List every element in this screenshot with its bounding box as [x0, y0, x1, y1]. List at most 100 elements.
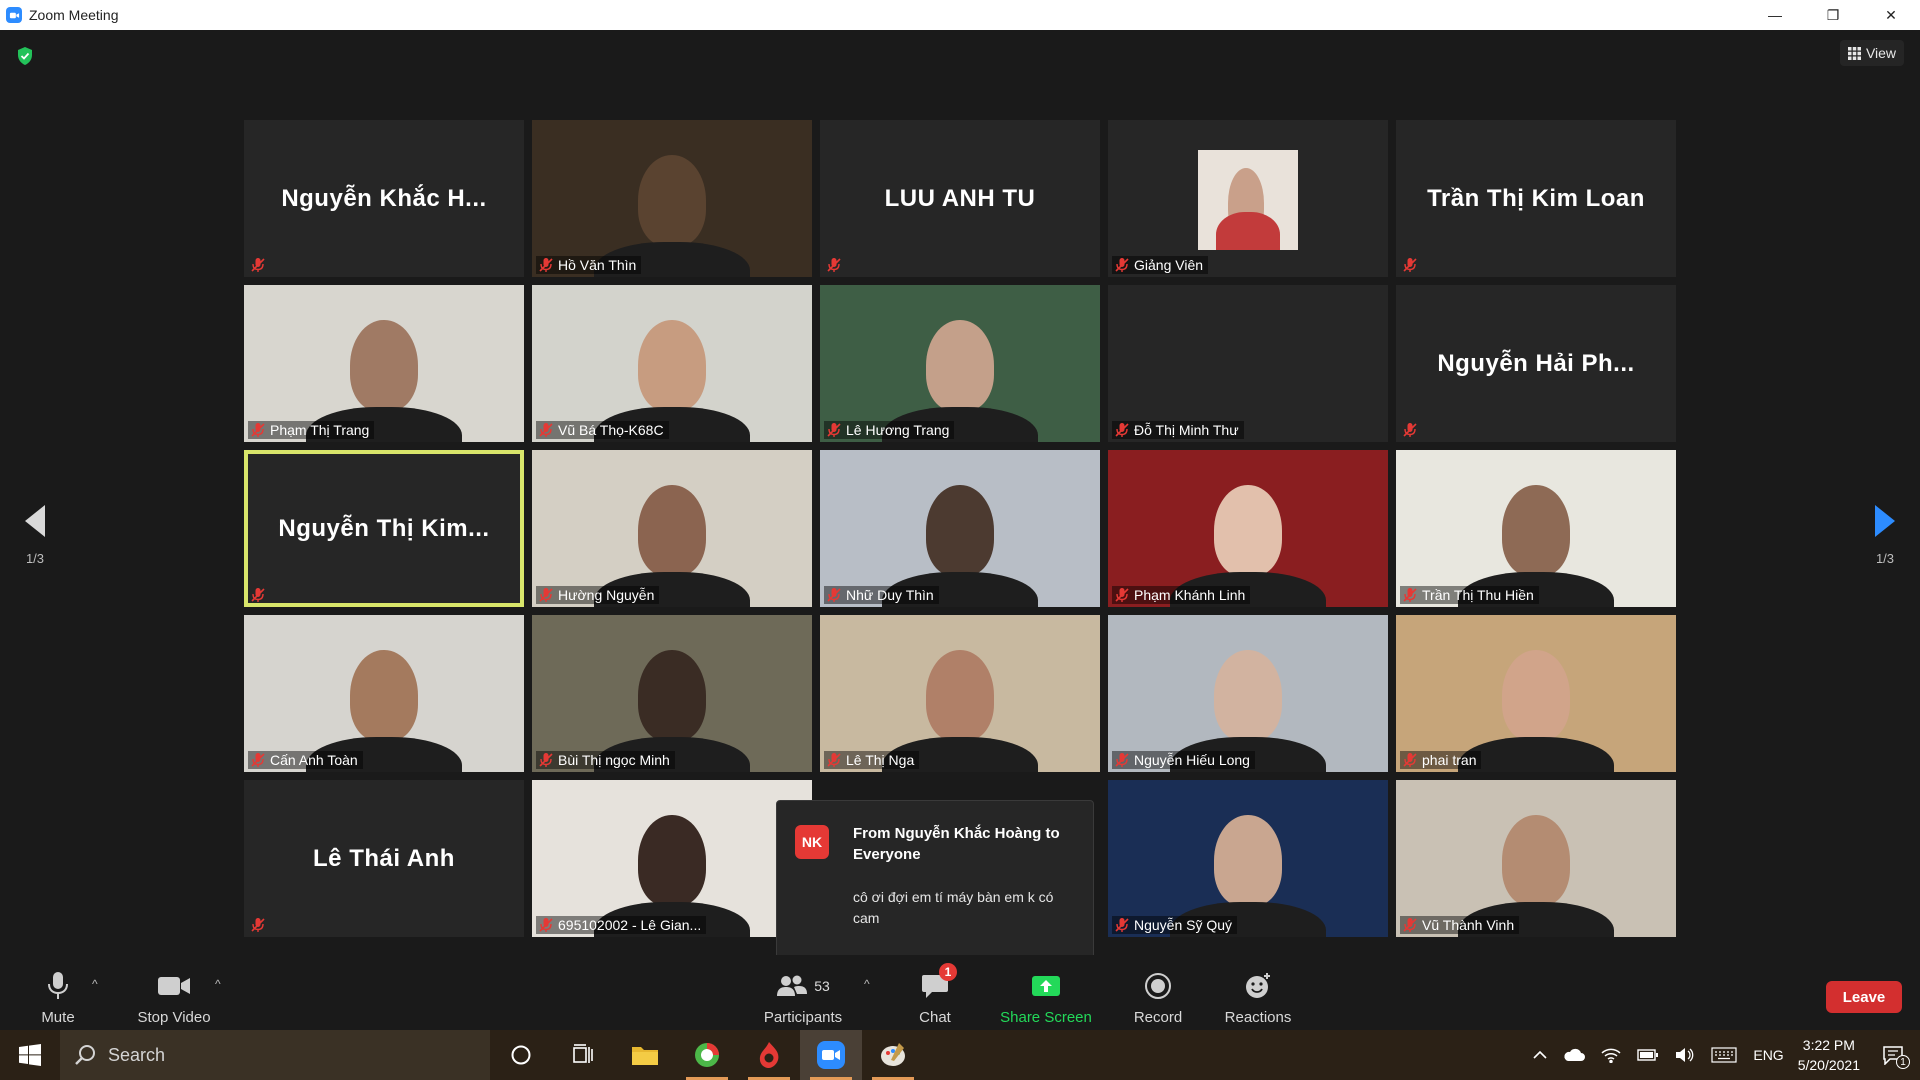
leave-meeting-button[interactable]: Leave	[1826, 981, 1902, 1013]
person-silhouette	[638, 319, 706, 411]
onedrive-cloud-icon[interactable]	[1563, 1048, 1586, 1062]
touch-keyboard-icon[interactable]	[1711, 1047, 1737, 1063]
wifi-icon[interactable]	[1601, 1047, 1621, 1063]
share-screen-button[interactable]: Share Screen	[996, 955, 1096, 1030]
participant-video	[1108, 450, 1388, 607]
start-button[interactable]	[0, 1030, 60, 1080]
participant-tile[interactable]: Nguyễn Hiếu Long	[1108, 615, 1388, 772]
participant-tile[interactable]: 695102002 - Lê Gian...	[532, 780, 812, 937]
participant-tile[interactable]: LUU ANH TU	[820, 120, 1100, 277]
participant-name-label: Nguyễn Hiếu Long	[1112, 751, 1255, 769]
participant-name-label: Phạm Thị Trang	[248, 421, 375, 439]
participant-tile[interactable]: Nguyễn Thị Kim...	[244, 450, 524, 607]
task-view-button[interactable]	[552, 1030, 614, 1080]
person-silhouette	[638, 814, 706, 906]
participant-name: Nhữ Duy Thìn	[846, 587, 934, 603]
zoom-camera-icon	[817, 1041, 845, 1069]
volume-speaker-icon[interactable]	[1675, 1047, 1695, 1063]
muted-mic-icon	[538, 257, 554, 273]
video-options-caret[interactable]: ^	[215, 977, 221, 991]
prev-page-button[interactable]: 1/3	[15, 505, 55, 566]
muted-mic-icon	[826, 752, 842, 768]
minimize-button[interactable]: —	[1746, 0, 1804, 30]
participants-label: Participants	[763, 1009, 843, 1026]
participants-options-caret[interactable]: ^	[864, 977, 870, 991]
taskbar-clock[interactable]: 3:22 PM 5/20/2021	[1798, 1035, 1860, 1075]
muted-mic-icon	[1114, 422, 1130, 438]
view-label: View	[1865, 45, 1897, 61]
participant-tile[interactable]: Phạm Thị Trang	[244, 285, 524, 442]
participant-tile[interactable]: Lê Thái Anh	[244, 780, 524, 937]
participant-display-name: Nguyễn Hải Ph...	[1437, 349, 1635, 377]
participant-name: Phạm Khánh Linh	[1134, 587, 1246, 603]
participant-tile[interactable]: Vũ Thành Vinh	[1396, 780, 1676, 937]
participant-tile[interactable]: Lê Hương Trang	[820, 285, 1100, 442]
folder-icon	[632, 1047, 658, 1065]
chat-notification[interactable]: NK From Nguyễn Khắc Hoàng to Everyone cô…	[776, 800, 1094, 984]
reactions-label: Reactions	[1224, 1009, 1292, 1026]
participant-tile[interactable]: Trần Thị Kim Loan	[1396, 120, 1676, 277]
muted-mic-icon	[1114, 917, 1130, 933]
zoom-app-taskbar[interactable]	[800, 1030, 862, 1080]
video-gallery-grid: Nguyễn Khắc H... Hồ Văn Thìn LUU ANH TU Giả…	[244, 120, 1676, 937]
video-camera-icon	[158, 977, 190, 995]
green-swirl-app-icon	[695, 1043, 719, 1067]
chat-button[interactable]: 1 Chat	[910, 955, 960, 1030]
paint-app-taskbar[interactable]	[862, 1030, 924, 1080]
input-language[interactable]: ENG	[1753, 1047, 1783, 1063]
participant-tile[interactable]: Phạm Khánh Linh	[1108, 450, 1388, 607]
security-shield-icon[interactable]	[16, 46, 34, 66]
action-center-icon[interactable]: 1	[1882, 1045, 1910, 1069]
taskbar-search-box[interactable]: Search	[60, 1030, 490, 1080]
muted-mic-icon	[250, 752, 266, 768]
green-app-taskbar[interactable]	[676, 1030, 738, 1080]
participant-tile[interactable]: Vũ Bá Thọ-K68C	[532, 285, 812, 442]
participant-video	[532, 285, 812, 442]
garena-app-taskbar[interactable]	[738, 1030, 800, 1080]
meeting-area: View 1/3 1/3 Nguyễn Khắc H... Hồ Văn Thìn…	[0, 30, 1920, 984]
participant-tile[interactable]: Hường Nguyễn	[532, 450, 812, 607]
participants-button[interactable]: 53 Participants	[760, 955, 846, 1030]
muted-mic-icon	[1402, 587, 1418, 603]
participant-tile[interactable]: Bùi Thị ngọc Minh	[532, 615, 812, 772]
show-hidden-icons-chevron-icon[interactable]	[1533, 1050, 1547, 1060]
windows-logo-icon	[19, 1044, 41, 1066]
clock-date: 5/20/2021	[1797, 1057, 1860, 1073]
next-page-button[interactable]: 1/3	[1865, 505, 1905, 566]
participant-tile[interactable]: Lê Thị Nga	[820, 615, 1100, 772]
audio-options-caret[interactable]: ^	[92, 977, 98, 991]
close-button[interactable]: ✕	[1862, 0, 1920, 30]
participant-tile[interactable]: Nguyễn Hải Ph...	[1396, 285, 1676, 442]
battery-icon[interactable]	[1637, 1049, 1659, 1061]
participants-icon	[777, 975, 808, 996]
page-indicator-right: 1/3	[1875, 551, 1895, 566]
view-button[interactable]: View	[1840, 40, 1904, 66]
stop-video-label: Stop Video	[137, 1009, 211, 1026]
cortana-button[interactable]	[490, 1030, 552, 1080]
participant-tile[interactable]: Nhữ Duy Thìn	[820, 450, 1100, 607]
participant-name: Trần Thị Thu Hiền	[1422, 587, 1534, 603]
reactions-button[interactable]: Reactions	[1222, 955, 1294, 1030]
cortana-circle-icon	[511, 1045, 531, 1065]
participant-tile[interactable]: Nguyễn Sỹ Quý	[1108, 780, 1388, 937]
muted-mic-icon	[250, 422, 266, 438]
muted-mic-icon	[1402, 422, 1418, 438]
record-button[interactable]: Record	[1128, 955, 1188, 1030]
participant-tile[interactable]: Cấn Anh Toàn	[244, 615, 524, 772]
participant-tile[interactable]: Hồ Văn Thìn	[532, 120, 812, 277]
participant-tile[interactable]: Nguyễn Khắc H...	[244, 120, 524, 277]
file-explorer-app[interactable]	[614, 1030, 676, 1080]
participant-tile[interactable]: Đỗ Thị Minh Thư	[1108, 285, 1388, 442]
participant-video	[1108, 780, 1388, 937]
stop-video-button[interactable]: Stop Video	[132, 955, 216, 1030]
participant-name: Lê Hương Trang	[846, 422, 950, 438]
system-tray: ENG 3:22 PM 5/20/2021 1	[1525, 1030, 1920, 1080]
participant-tile[interactable]: Trần Thị Thu Hiền	[1396, 450, 1676, 607]
window-title: Zoom Meeting	[29, 7, 119, 23]
participant-tile[interactable]: phai tran	[1396, 615, 1676, 772]
search-icon	[75, 1045, 95, 1065]
mute-button[interactable]: Mute	[34, 955, 82, 1030]
restore-button[interactable]: ❐	[1804, 0, 1862, 30]
participant-tile[interactable]: Giảng Viên	[1108, 120, 1388, 277]
participant-name: Nguyễn Sỹ Quý	[1134, 917, 1233, 933]
